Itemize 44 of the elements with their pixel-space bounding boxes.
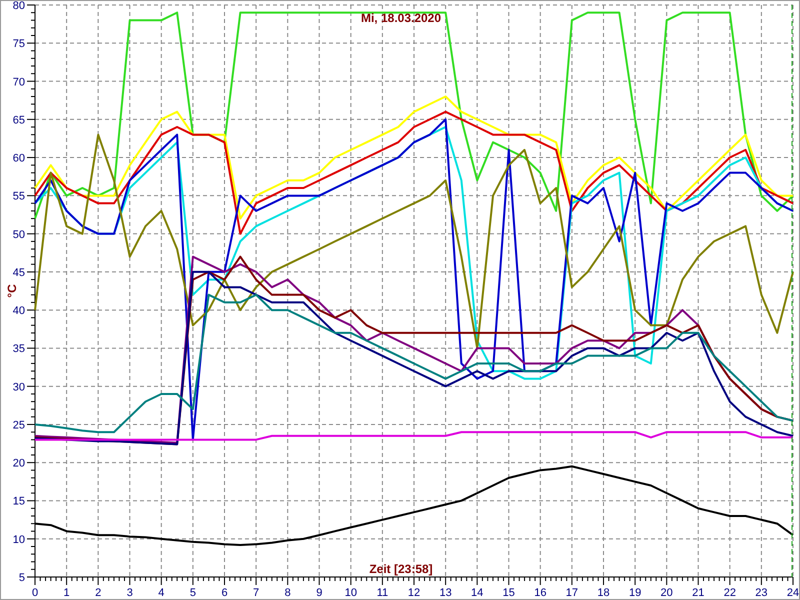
x-tick-label: 19 [628,587,642,599]
x-tick-label: 23 [755,587,768,599]
y-tick-label: 65 [12,114,25,126]
y-axis-title: °C [5,284,19,298]
x-tick-label: 17 [566,587,578,599]
y-tick-label: 45 [12,266,25,279]
x-tick-label: 3 [126,587,133,599]
x-tick-label: 7 [253,587,260,599]
x-tick-label: 21 [692,587,704,599]
y-tick-label: 35 [12,343,25,356]
y-tick-label: 75 [12,38,25,50]
x-tick-label: 15 [502,587,515,599]
y-tick-label: 40 [12,305,25,318]
x-tick-label: 10 [344,587,357,599]
x-tick-label: 16 [534,587,546,599]
y-tick-label: 55 [12,190,25,203]
y-tick-label: 10 [12,534,25,546]
x-tick-label: 6 [221,587,228,599]
x-tick-label: 18 [597,587,610,599]
x-tick-label: 9 [316,587,322,599]
x-tick-label: 5 [190,587,196,599]
y-tick-label: 60 [12,152,25,165]
x-tick-label: 13 [439,587,452,599]
x-tick-label: 4 [158,587,164,599]
x-tick-label: 1 [64,587,70,599]
y-tick-label: 70 [12,76,25,88]
x-tick-label: 12 [408,587,420,599]
y-tick-label: 50 [12,228,25,241]
y-tick-label: 15 [12,496,25,508]
chart-title: Mi, 18.03.2020 [360,11,442,25]
x-tick-label: 20 [660,587,673,599]
x-tick-label: 0 [32,587,38,599]
x-tick-label: 14 [471,587,484,599]
x-tick-label: 24 [786,587,799,599]
y-tick-label: 5 [18,572,25,584]
x-tick-label: 22 [724,587,736,599]
x-tick-label: 11 [376,587,388,599]
y-tick-label: 20 [12,458,25,470]
x-tick-label: 8 [284,587,291,599]
x-tick-label: 2 [95,587,102,599]
y-tick-label: 80 [12,1,25,12]
x-axis-title: Zeit [23:58] [369,562,433,576]
y-tick-label: 30 [12,381,25,394]
y-tick-label: 25 [12,419,25,432]
